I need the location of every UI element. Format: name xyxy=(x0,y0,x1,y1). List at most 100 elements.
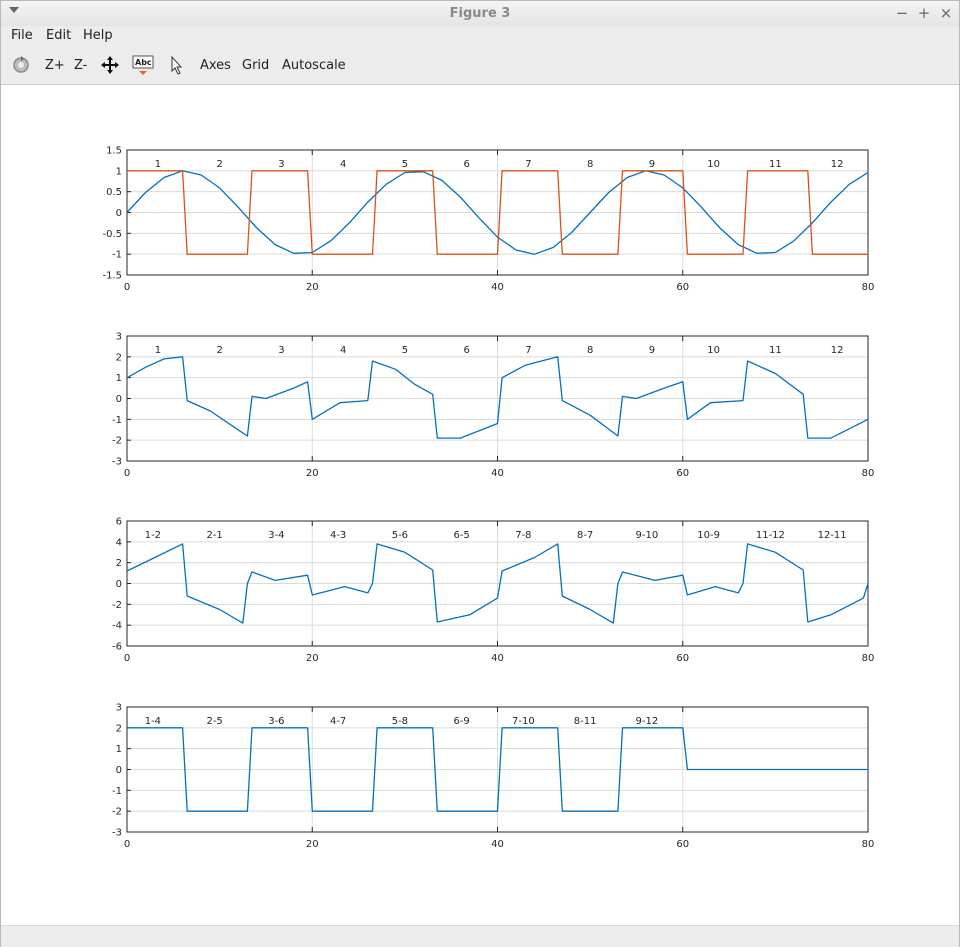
figure-canvas: -1.5 -1 -0.5 0 0.5 1 1.5 0 20 40 60 80 1 2 3 4 5 6 7 8 9 10 11… xyxy=(1,85,959,925)
segment-label: 5 xyxy=(402,345,408,356)
y-tick-label: -1 xyxy=(112,415,122,426)
svg-text:Abc: Abc xyxy=(135,58,152,67)
segment-label: 9 xyxy=(649,345,655,356)
y-tick-label: -3 xyxy=(112,457,122,468)
segment-label: 10-9 xyxy=(697,530,720,541)
segment-label: 3 xyxy=(278,345,284,356)
segment-label: 1-2 xyxy=(145,530,161,541)
x-tick-label: 0 xyxy=(124,282,130,293)
select-pointer-icon[interactable] xyxy=(166,54,188,76)
segment-label: 3 xyxy=(278,159,284,170)
segment-label: 2-5 xyxy=(206,716,222,727)
y-tick-label: 3 xyxy=(116,332,122,343)
maximize-icon[interactable]: + xyxy=(915,4,933,22)
segment-label: 2 xyxy=(216,345,222,356)
segment-label: 3-4 xyxy=(268,530,284,541)
segment-label: 7-8 xyxy=(515,530,531,541)
text-insert-icon[interactable]: Abc xyxy=(132,54,154,76)
menu-help[interactable]: Help xyxy=(83,28,113,43)
close-icon[interactable]: × xyxy=(937,4,955,22)
zoom-out-button[interactable]: Z- xyxy=(74,58,87,73)
y-tick-label: -2 xyxy=(112,436,122,447)
x-tick-label: 80 xyxy=(862,839,875,850)
title-bar: Figure 3 − + × xyxy=(1,1,959,27)
y-tick-label: -2 xyxy=(112,807,122,818)
y-tick-label: 0.5 xyxy=(106,187,122,198)
segment-label: 8-11 xyxy=(574,716,597,727)
x-tick-label: 80 xyxy=(862,653,875,664)
x-tick-label: 0 xyxy=(124,839,130,850)
y-tick-label: 1.5 xyxy=(106,146,122,157)
menu-file-label: File xyxy=(11,28,33,43)
segment-label: 5 xyxy=(402,159,408,170)
window-title: Figure 3 xyxy=(449,6,511,21)
segment-label: 1 xyxy=(155,159,161,170)
y-tick-label: 2 xyxy=(116,723,122,734)
grid-button[interactable]: Grid xyxy=(242,58,269,73)
x-tick-label: 40 xyxy=(491,839,504,850)
segment-label: 4 xyxy=(340,159,346,170)
y-tick-label: -1 xyxy=(112,250,122,261)
segment-label: 7 xyxy=(525,345,531,356)
y-tick-label: -2 xyxy=(112,600,122,611)
segment-label: 8-7 xyxy=(577,530,593,541)
menu-edit[interactable]: Edit xyxy=(46,28,71,43)
y-tick-label: 6 xyxy=(116,517,122,528)
y-tick-label: -6 xyxy=(112,642,122,653)
x-tick-label: 80 xyxy=(862,282,875,293)
x-tick-label: 20 xyxy=(306,468,319,479)
y-tick-label: 0 xyxy=(116,579,122,590)
segment-label: 8 xyxy=(587,345,593,356)
x-tick-label: 60 xyxy=(676,839,689,850)
y-tick-label: 0 xyxy=(116,765,122,776)
segment-label: 12 xyxy=(831,159,844,170)
axes-button[interactable]: Axes xyxy=(200,58,231,73)
segment-label: 11-12 xyxy=(756,530,785,541)
x-tick-label: 60 xyxy=(676,653,689,664)
y-tick-label: 1 xyxy=(116,373,122,384)
pan-icon[interactable] xyxy=(99,54,121,76)
y-tick-label: 2 xyxy=(116,352,122,363)
y-tick-label: -3 xyxy=(112,828,122,839)
y-tick-label: -1 xyxy=(112,786,122,797)
x-tick-label: 0 xyxy=(124,653,130,664)
autoscale-button[interactable]: Autoscale xyxy=(282,58,346,73)
segment-label: 9 xyxy=(649,159,655,170)
minimize-icon[interactable]: − xyxy=(893,4,911,22)
x-tick-label: 20 xyxy=(306,839,319,850)
toolbar: Z+ Z- Abc Axes Grid Autoscale xyxy=(1,46,959,85)
x-tick-label: 40 xyxy=(491,653,504,664)
segment-label: 7 xyxy=(525,159,531,170)
segment-label: 2 xyxy=(216,159,222,170)
segment-label: 3-6 xyxy=(268,716,284,727)
segment-label: 1 xyxy=(155,345,161,356)
segment-label: 9-10 xyxy=(636,530,659,541)
x-tick-label: 0 xyxy=(124,468,130,479)
segment-label: 1-4 xyxy=(145,716,161,727)
y-tick-label: 0 xyxy=(116,208,122,219)
zoom-in-button[interactable]: Z+ xyxy=(45,58,65,73)
segment-label: 9-12 xyxy=(636,716,659,727)
segment-label: 6-5 xyxy=(453,530,469,541)
x-tick-label: 60 xyxy=(676,282,689,293)
x-tick-label: 40 xyxy=(491,468,504,479)
segment-label: 10 xyxy=(707,345,720,356)
y-tick-label: -0.5 xyxy=(102,229,122,240)
segment-label: 10 xyxy=(707,159,720,170)
plots-svg: -1.5-1-0.500.511.50 20 40 60 801 2 3 4 5 6 7 8 9 10 11… xyxy=(102,146,875,851)
y-tick-label: -1.5 xyxy=(102,271,122,282)
segment-label: 8 xyxy=(587,159,593,170)
segment-label: 7-10 xyxy=(512,716,535,727)
rotate-icon[interactable] xyxy=(10,54,32,76)
segment-label: 5-6 xyxy=(392,530,408,541)
menu-file[interactable]: File xyxy=(11,28,33,43)
segment-label: 6 xyxy=(463,159,469,170)
x-tick-label: 80 xyxy=(862,468,875,479)
segment-label: 12 xyxy=(831,345,844,356)
y-tick-label: -4 xyxy=(112,621,122,632)
menu-edit-label: Edit xyxy=(46,28,72,43)
segment-label: 2-1 xyxy=(206,530,222,541)
segment-label: 12-11 xyxy=(818,530,847,541)
figure-window: Figure 3 − + × File Edit Help Z+ Z- Abc … xyxy=(0,0,960,947)
y-tick-label: 3 xyxy=(116,703,122,714)
